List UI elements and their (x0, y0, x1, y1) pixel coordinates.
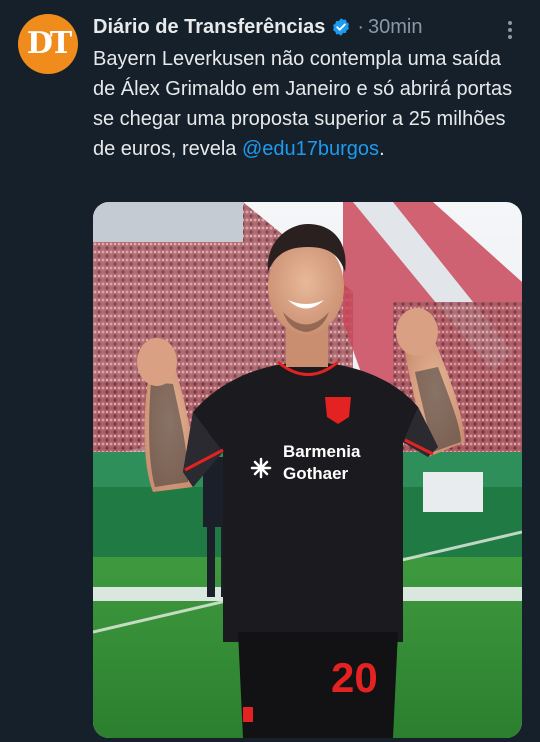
more-options-button[interactable] (498, 18, 522, 42)
tweet: DT Diário de Transferências · 30min Baye… (0, 0, 540, 742)
tweet-header: Diário de Transferências · 30min (93, 14, 500, 40)
shirt-number: 20 (331, 654, 378, 701)
timestamp[interactable]: 30min (368, 16, 422, 39)
tweet-text: Bayern Leverkusen não contempla uma saíd… (93, 44, 513, 164)
kit-sponsor-line1: Barmenia (283, 442, 361, 461)
kit-sponsor-line2: Gothaer (283, 464, 349, 483)
sponsor-star-icon (250, 457, 272, 479)
tweet-tail: . (379, 138, 385, 160)
more-options-icon (508, 21, 512, 39)
avatar-logo: DT (26, 26, 72, 61)
account-name[interactable]: Diário de Transferências (93, 16, 325, 39)
tweet-photo[interactable]: Barmenia Gothaer 20 (93, 202, 522, 738)
header-separator: · (357, 15, 364, 38)
player-celebration-photo: Barmenia Gothaer 20 (93, 202, 522, 738)
avatar[interactable]: DT (18, 14, 78, 74)
mention-link[interactable]: @edu17burgos (242, 138, 379, 160)
verified-badge-icon (333, 18, 350, 36)
